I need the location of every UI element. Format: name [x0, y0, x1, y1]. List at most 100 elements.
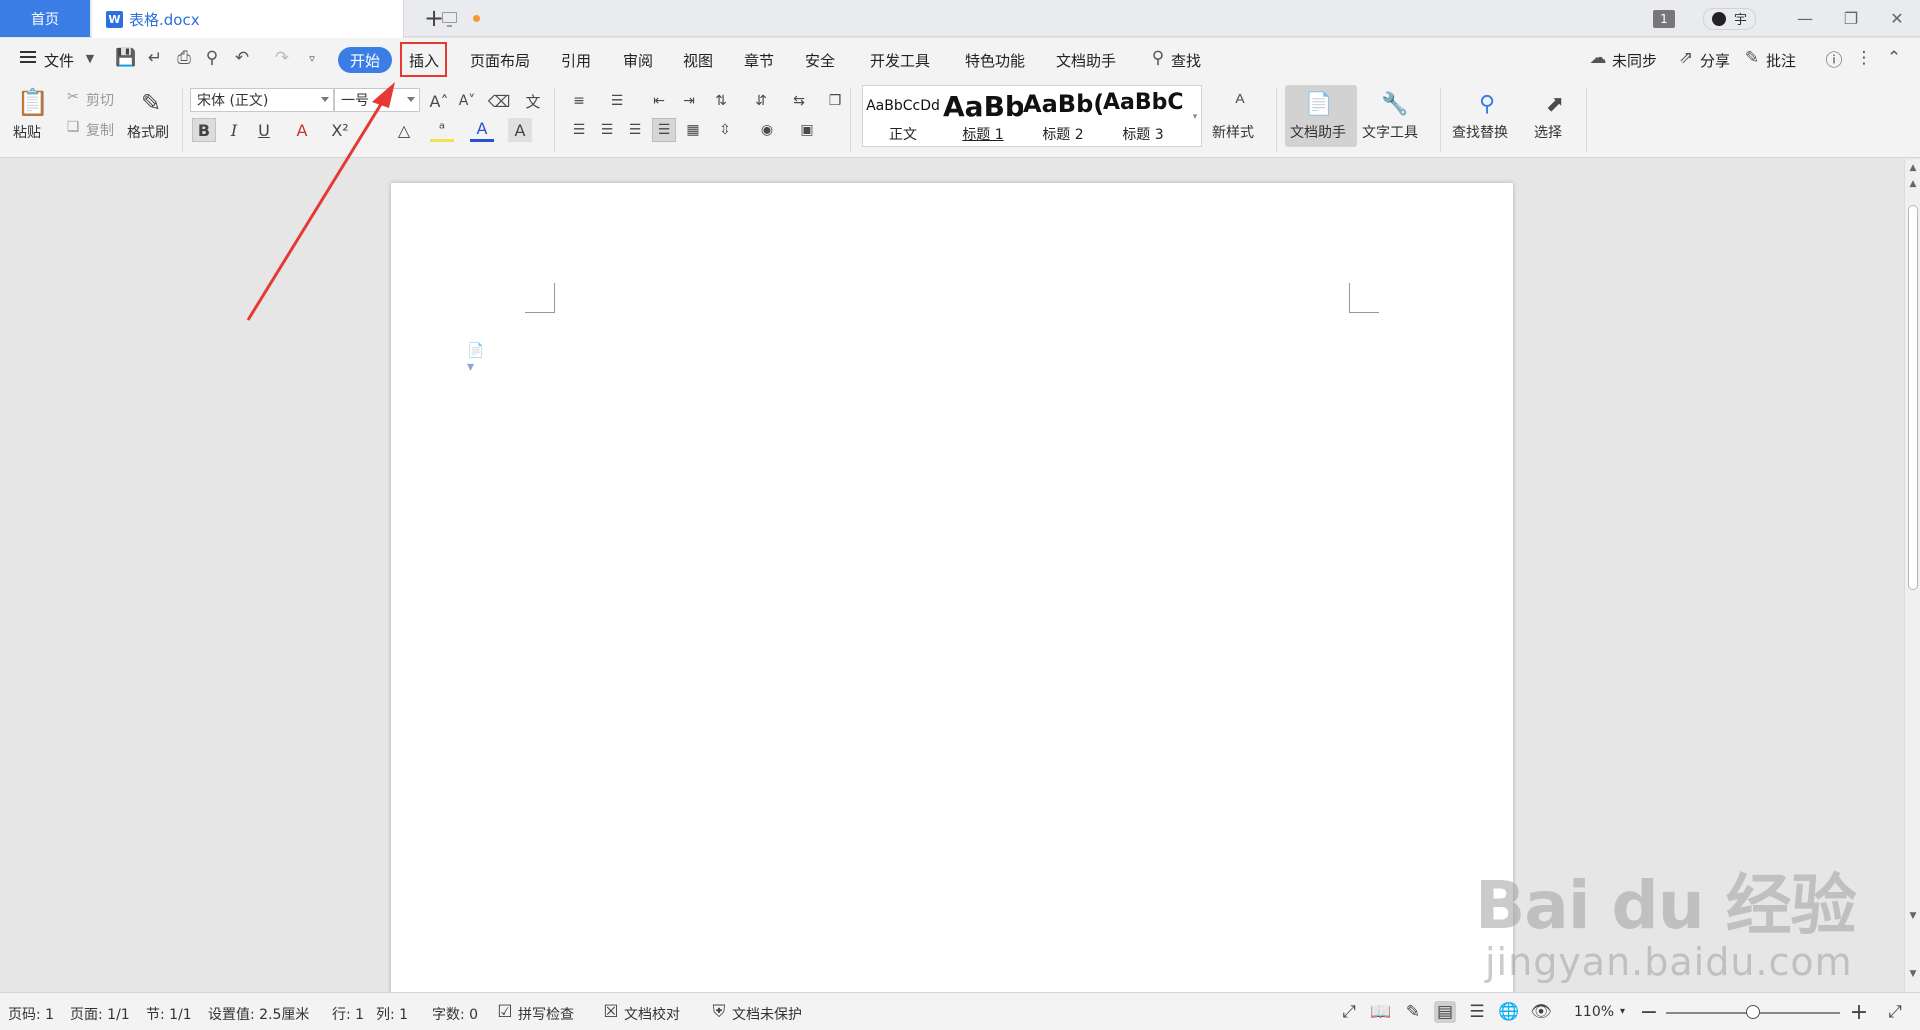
- doc-proof-button[interactable]: 文档校对: [624, 1004, 680, 1024]
- column-number[interactable]: 列: 1: [376, 1004, 408, 1024]
- print-icon[interactable]: ⎙: [174, 48, 194, 68]
- char-shading-icon[interactable]: A: [508, 118, 532, 142]
- more-icon[interactable]: ⋮: [1854, 48, 1874, 68]
- menu-icon[interactable]: [20, 51, 36, 63]
- zoom-slider-thumb[interactable]: [1746, 1005, 1760, 1019]
- tab-home[interactable]: 首页: [0, 0, 90, 37]
- find-replace-icon[interactable]: ⚲: [1472, 88, 1502, 120]
- spell-check-button[interactable]: 拼写检查: [518, 1004, 574, 1024]
- file-menu[interactable]: 文件: [44, 50, 74, 71]
- paste-icon[interactable]: 📋: [16, 86, 50, 120]
- doc-assistant-button[interactable]: 文档助手: [1290, 122, 1346, 142]
- page-count[interactable]: 页面: 1/1: [70, 1004, 130, 1024]
- collapse-ribbon-icon[interactable]: ⌃: [1884, 48, 1904, 68]
- scrollbar-thumb[interactable]: [1908, 205, 1918, 590]
- font-color-icon[interactable]: A: [470, 118, 494, 142]
- cut-icon[interactable]: ✂: [64, 88, 82, 106]
- align-right-icon[interactable]: ☰: [624, 118, 646, 142]
- tab-page-layout[interactable]: 页面布局: [470, 50, 530, 71]
- fullscreen-icon[interactable]: ⤢: [1338, 1001, 1360, 1023]
- web-view-icon[interactable]: 🌐: [1498, 1001, 1520, 1023]
- vertical-scrollbar[interactable]: ▲ ▲ ▼ ▼: [1904, 159, 1920, 992]
- phonetic-guide-icon[interactable]: 文: [520, 90, 546, 112]
- select-button[interactable]: 选择: [1534, 122, 1562, 142]
- format-painter-icon[interactable]: ✎: [134, 86, 168, 120]
- comment-icon[interactable]: ✎: [1742, 48, 1762, 68]
- new-tab-button[interactable]: +: [420, 4, 448, 32]
- eye-protection-icon[interactable]: 👁: [1530, 1001, 1552, 1023]
- close-icon[interactable]: ✕: [1874, 0, 1920, 37]
- superscript-icon[interactable]: X²: [328, 118, 352, 142]
- minimize-icon[interactable]: —: [1782, 0, 1828, 37]
- text-tools-button[interactable]: 文字工具: [1362, 122, 1418, 142]
- sync-status[interactable]: 未同步: [1612, 50, 1657, 71]
- style-heading-2[interactable]: AaBb( 标题 2: [1023, 86, 1103, 146]
- shading-icon[interactable]: ◉: [754, 118, 780, 142]
- style-heading-3[interactable]: AaBbC( 标题 3: [1103, 86, 1183, 146]
- tab-references[interactable]: 引用: [561, 50, 591, 71]
- format-painter-button[interactable]: 格式刷: [127, 122, 169, 142]
- zoom-in-icon[interactable]: +: [1848, 1000, 1870, 1025]
- undo-icon[interactable]: ↶: [232, 48, 252, 68]
- scroll-down-icon[interactable]: ▼: [1908, 969, 1918, 979]
- section-count[interactable]: 节: 1/1: [146, 1004, 192, 1024]
- font-size-select[interactable]: 一号: [334, 88, 420, 112]
- setting-value[interactable]: 设置值: 2.5厘米: [208, 1004, 309, 1024]
- underline-icon[interactable]: U: [252, 118, 276, 142]
- copy-icon[interactable]: ❏: [64, 118, 82, 136]
- chevron-down-icon[interactable]: ▼: [80, 48, 100, 68]
- paragraph-spacing-icon[interactable]: ⇳: [712, 118, 738, 142]
- word-count[interactable]: 字数: 0: [432, 1004, 478, 1024]
- decrease-indent-icon[interactable]: ⇤: [648, 90, 670, 112]
- spell-check-icon[interactable]: ☑: [494, 1001, 516, 1023]
- export-icon[interactable]: ↵: [145, 48, 165, 68]
- style-normal[interactable]: AaBbCcDd 正文: [863, 86, 943, 146]
- grow-font-icon[interactable]: A˄: [428, 90, 450, 112]
- justify-icon[interactable]: ☰: [652, 118, 676, 142]
- line-spacing-icon[interactable]: ⇆: [786, 90, 812, 112]
- paste-button[interactable]: 粘贴: [13, 122, 41, 142]
- doc-assistant-icon[interactable]: 📄: [1304, 88, 1334, 120]
- doc-proof-icon[interactable]: ☒: [600, 1001, 622, 1023]
- search-icon[interactable]: ⚲: [1148, 48, 1168, 68]
- document-page[interactable]: 📄▾: [391, 183, 1513, 1003]
- print-preview-icon[interactable]: ⚲: [202, 48, 222, 68]
- wrench-icon[interactable]: 🔧: [1380, 88, 1410, 120]
- style-heading-1[interactable]: AaBb 标题 1: [943, 86, 1023, 146]
- help-icon[interactable]: ⓘ: [1824, 48, 1844, 71]
- cut-button[interactable]: 剪切: [86, 90, 114, 110]
- write-mode-icon[interactable]: ✎: [1402, 1001, 1424, 1023]
- tab-home-ribbon[interactable]: 开始: [338, 47, 392, 73]
- select-cursor-icon[interactable]: ⬈: [1540, 88, 1570, 120]
- font-name-select[interactable]: 宋体 (正文): [190, 88, 334, 112]
- italic-icon[interactable]: I: [222, 118, 246, 142]
- search-button[interactable]: 查找: [1171, 50, 1201, 71]
- outline-view-icon[interactable]: ☰: [1466, 1001, 1488, 1023]
- scroll-up-icon[interactable]: ▲: [1908, 179, 1918, 189]
- restore-icon[interactable]: ❐: [1828, 0, 1874, 37]
- show-marks-icon[interactable]: ❒: [824, 90, 846, 112]
- tab-doc-assistant[interactable]: 文档助手: [1056, 50, 1116, 71]
- shrink-font-icon[interactable]: A˅: [456, 90, 478, 112]
- read-mode-icon[interactable]: 📖: [1370, 1001, 1392, 1023]
- shield-icon[interactable]: ⛨: [708, 1001, 730, 1023]
- cloud-sync-icon[interactable]: ☁: [1588, 48, 1608, 68]
- save-icon[interactable]: 💾: [115, 48, 136, 68]
- row-number[interactable]: 行: 1: [332, 1004, 364, 1024]
- highlight-icon[interactable]: ᵃ: [430, 118, 454, 142]
- comment-button[interactable]: 批注: [1766, 50, 1796, 71]
- paste-options-icon[interactable]: 📄▾: [467, 343, 484, 375]
- find-replace-button[interactable]: 查找替换: [1452, 122, 1508, 142]
- scroll-down-icon[interactable]: ▼: [1908, 911, 1918, 921]
- new-style-icon[interactable]: ᴬ: [1222, 86, 1258, 120]
- customize-toolbar-icon[interactable]: ▿: [302, 48, 322, 68]
- zoom-out-icon[interactable]: −: [1638, 1000, 1660, 1025]
- tab-document[interactable]: W 表格.docx: [92, 0, 480, 38]
- zoom-level[interactable]: 110%: [1574, 1004, 1614, 1020]
- bold-icon[interactable]: B: [192, 118, 216, 142]
- tab-view[interactable]: 视图: [683, 50, 713, 71]
- strikethrough-icon[interactable]: A: [290, 118, 314, 142]
- border-icon[interactable]: ▣: [794, 118, 820, 142]
- share-button[interactable]: 分享: [1700, 50, 1730, 71]
- page-number[interactable]: 页码: 1: [8, 1004, 54, 1024]
